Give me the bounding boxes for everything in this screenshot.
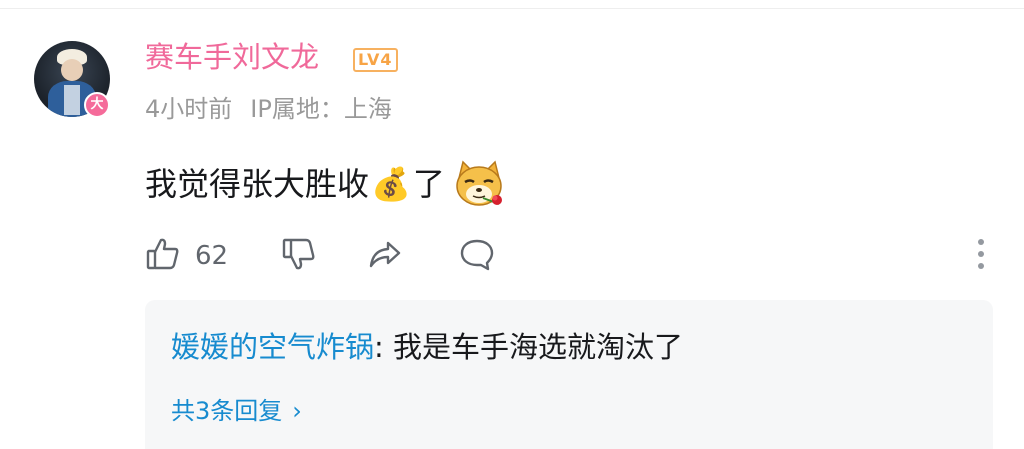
more-vertical-icon bbox=[963, 236, 999, 276]
comment-text: 我觉得张大胜收 💰 了 bbox=[145, 160, 505, 208]
top-divider bbox=[0, 8, 1024, 9]
avatar-badge: 大 bbox=[84, 92, 110, 118]
comment-actions: 62 bbox=[145, 236, 995, 276]
level-badge: LV4 bbox=[353, 48, 398, 72]
avatar-face bbox=[61, 59, 83, 81]
thumbs-down-icon bbox=[281, 236, 317, 276]
comment-meta: 4小时前 IP属地：上海 bbox=[145, 92, 392, 126]
share-button[interactable] bbox=[367, 236, 403, 276]
like-button[interactable]: 62 bbox=[145, 236, 228, 276]
reply-separator: : bbox=[374, 330, 394, 364]
view-all-replies-label: 共3条回复 bbox=[171, 397, 283, 425]
comment-bubble-icon bbox=[459, 236, 495, 276]
dog-rose-sticker-icon bbox=[453, 160, 505, 208]
reply-text: 我是车手海选就淘汰了 bbox=[393, 330, 684, 364]
dislike-button[interactable] bbox=[281, 236, 317, 276]
comment-text-part1: 我觉得张大胜收 bbox=[145, 165, 370, 203]
view-all-replies-link[interactable]: 共3条回复 › bbox=[171, 394, 302, 428]
share-arrow-icon bbox=[367, 236, 403, 276]
reply-button[interactable] bbox=[459, 236, 495, 276]
chevron-right-icon: › bbox=[292, 397, 302, 425]
money-bag-emoji: 💰 bbox=[371, 165, 411, 203]
reply-preview[interactable]: 媛媛的空气炸锅: 我是车手海选就淘汰了 bbox=[171, 326, 683, 368]
thumbs-up-icon bbox=[145, 236, 181, 276]
reply-username[interactable]: 媛媛的空气炸锅 bbox=[171, 330, 374, 364]
more-options-button[interactable] bbox=[963, 236, 999, 276]
username[interactable]: 赛车手刘文龙 bbox=[145, 38, 319, 76]
ip-location: IP属地：上海 bbox=[250, 95, 392, 123]
reply-preview-box: 媛媛的空气炸锅: 我是车手海选就淘汰了 共3条回复 › bbox=[145, 300, 993, 449]
avatar-stripe bbox=[64, 85, 80, 115]
comment-time: 4小时前 bbox=[145, 95, 233, 123]
like-count: 62 bbox=[195, 241, 229, 271]
comment-text-part2: 了 bbox=[412, 165, 445, 203]
